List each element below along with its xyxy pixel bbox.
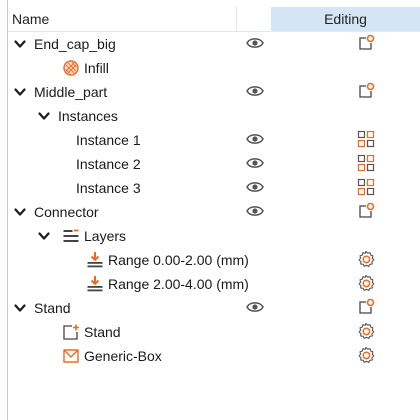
infill-icon [62, 59, 80, 77]
box-icon [62, 347, 80, 365]
column-header: Name Editing [8, 7, 420, 32]
instance-grid-icon[interactable] [357, 130, 375, 148]
editing-column-header[interactable]: Editing [271, 7, 420, 31]
tree-row-label: Range 0.00-2.00 (mm) [108, 252, 249, 268]
eye-icon[interactable] [246, 180, 264, 194]
tree-row-label: Range 2.00-4.00 (mm) [108, 276, 249, 292]
eye-icon[interactable] [246, 84, 264, 98]
tree-row[interactable]: Range 0.00-2.00 (mm) [8, 248, 420, 272]
part-add-icon [62, 323, 80, 341]
tree-row-label: Middle_part [34, 84, 108, 100]
tree-row[interactable]: Instance 2 [8, 152, 420, 176]
tree-row[interactable]: Instances [8, 104, 420, 128]
eye-icon[interactable] [246, 300, 264, 314]
settings-gear-icon[interactable] [357, 322, 375, 340]
object-edit-icon[interactable] [357, 202, 375, 220]
tree-row-label: Stand [34, 300, 71, 316]
tree-row-label: Layers [84, 228, 127, 244]
tree-row[interactable]: Stand [8, 320, 420, 344]
eye-icon[interactable] [246, 36, 264, 50]
layers-icon [62, 227, 80, 245]
instance-grid-icon[interactable] [357, 178, 375, 196]
eye-icon[interactable] [246, 204, 264, 218]
tree-row-label: Generic-Box [84, 348, 162, 364]
chevron-down-icon[interactable] [14, 85, 26, 97]
tree-row[interactable]: Middle_part [8, 80, 420, 104]
tree-row[interactable]: Layers [8, 224, 420, 248]
object-edit-icon[interactable] [357, 82, 375, 100]
tree-row[interactable]: Range 2.00-4.00 (mm) [8, 272, 420, 296]
tree-row-label: End_cap_big [34, 36, 116, 52]
object-edit-icon[interactable] [357, 298, 375, 316]
chevron-down-icon[interactable] [38, 229, 50, 241]
tree-row[interactable]: Instance 3 [8, 176, 420, 200]
settings-gear-icon[interactable] [357, 250, 375, 268]
tree-row[interactable]: End_cap_big [8, 32, 420, 56]
chevron-down-icon[interactable] [14, 301, 26, 313]
tree-row-label: Stand [84, 324, 121, 340]
tree-row-label: Infill [84, 60, 109, 76]
instance-grid-icon[interactable] [357, 154, 375, 172]
eye-icon[interactable] [246, 156, 264, 170]
object-list-panel: Name Editing End_cap_big Infill Middle_par… [0, 0, 420, 420]
range-icon [86, 275, 104, 293]
tree-row[interactable]: Instance 1 [8, 128, 420, 152]
settings-gear-icon[interactable] [357, 274, 375, 292]
eye-icon[interactable] [246, 132, 264, 146]
chevron-down-icon[interactable] [38, 109, 50, 121]
tree-row-label: Instance 2 [76, 156, 141, 172]
chevron-down-icon[interactable] [14, 37, 26, 49]
tree-row[interactable]: Connector [8, 200, 420, 224]
tree-row[interactable]: Stand [8, 296, 420, 320]
range-icon [86, 251, 104, 269]
tree-row[interactable]: Generic-Box [8, 344, 420, 368]
tree-row[interactable]: Infill [8, 56, 420, 80]
tree-row-label: Instances [58, 108, 118, 124]
tree-row-label: Instance 1 [76, 132, 141, 148]
object-edit-icon[interactable] [357, 34, 375, 52]
chevron-down-icon[interactable] [14, 205, 26, 217]
name-column-header[interactable]: Name [8, 7, 237, 31]
tree-row-label: Connector [34, 204, 99, 220]
settings-gear-icon[interactable] [357, 346, 375, 364]
tree-row-label: Instance 3 [76, 180, 141, 196]
visibility-column-header[interactable] [238, 7, 271, 31]
